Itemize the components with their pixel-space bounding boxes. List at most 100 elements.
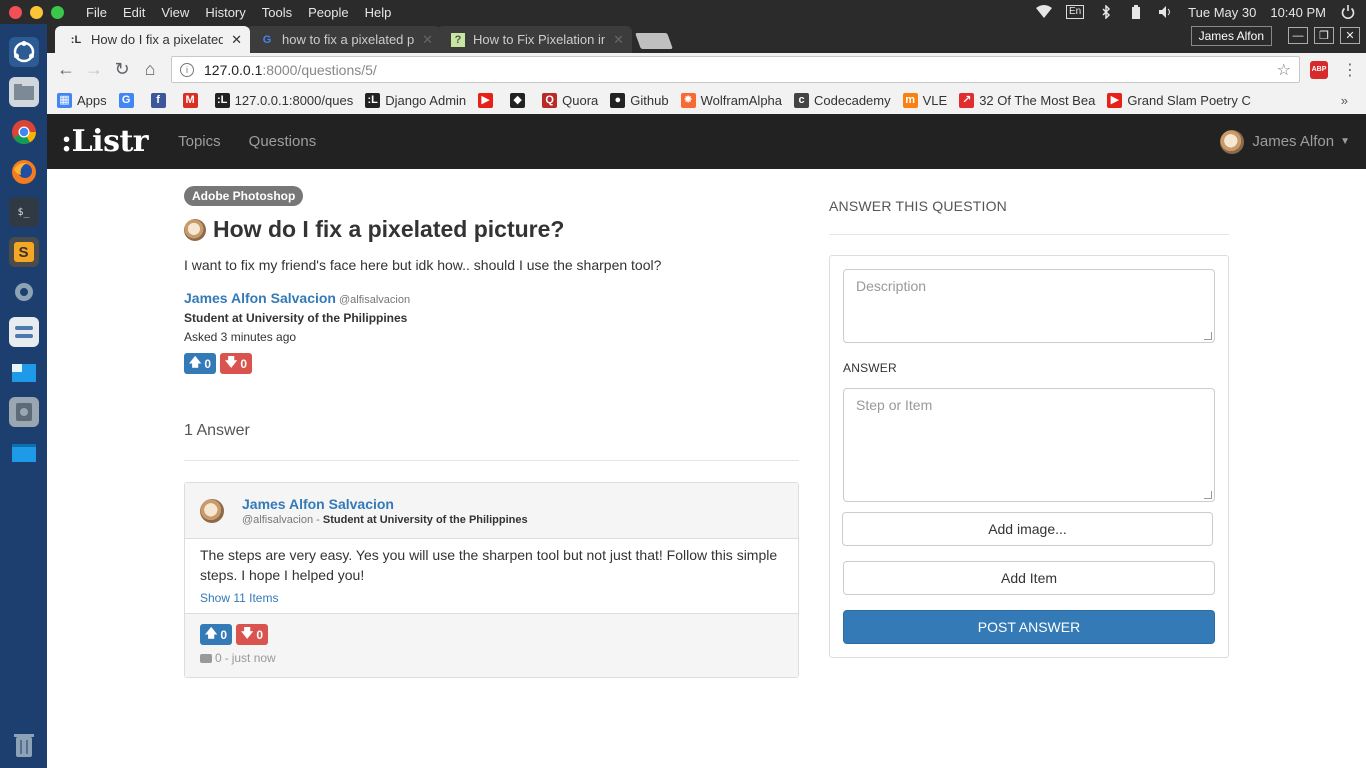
bookmark-item[interactable]: M (182, 92, 203, 108)
answer-author-name[interactable]: James Alfon Salvacion (242, 496, 528, 512)
bookmark-item[interactable]: Q Quora (542, 92, 598, 108)
trash-icon[interactable] (9, 730, 39, 760)
bookmark-item[interactable]: ▦ Apps (57, 92, 107, 108)
windows-app-icon[interactable] (9, 357, 39, 387)
bluetooth-icon[interactable] (1098, 4, 1114, 20)
menu-help[interactable]: Help (357, 5, 400, 20)
keyboard-language-indicator[interactable]: En (1065, 5, 1085, 19)
minimize-window-button[interactable] (30, 5, 43, 19)
tab-title: How to Fix Pixelation in (473, 32, 606, 47)
nav-questions[interactable]: Questions (235, 133, 331, 150)
system-settings-icon[interactable] (8, 317, 39, 347)
bookmark-item[interactable]: ● Github (610, 92, 669, 108)
bookmark-item[interactable]: ↗ 32 Of The Most Bea (959, 92, 1095, 108)
forward-arrow-icon[interactable]: → (83, 59, 105, 80)
address-bar[interactable]: i 127.0.0.1:8000/questions/5/ ☆ (171, 56, 1300, 83)
home-icon[interactable]: ⌂ (139, 59, 161, 80)
bookmark-item[interactable]: :L 127.0.0.1:8000/ques (214, 92, 353, 108)
tab-fix-pixelation[interactable]: ? How to Fix Pixelation in ✕ (437, 26, 632, 53)
ubuntu-icon[interactable] (8, 37, 39, 67)
bookmark-star-icon[interactable]: ☆ (1277, 60, 1291, 80)
new-tab-button[interactable] (635, 33, 673, 49)
answer-downvote-button[interactable]: 🡇 0 (236, 624, 269, 645)
disk-icon[interactable] (8, 397, 39, 427)
youtube-icon: ▶ (1107, 92, 1123, 108)
bookmark-item[interactable]: ◆ (510, 92, 530, 108)
topic-badge[interactable]: Adobe Photoshop (184, 186, 304, 206)
date-label[interactable]: Tue May 30 (1188, 5, 1256, 20)
menu-history[interactable]: History (197, 5, 253, 20)
nav-topics[interactable]: Topics (164, 133, 235, 150)
description-textarea[interactable]: Description (843, 269, 1215, 343)
terminal-icon[interactable]: $_ (8, 197, 39, 227)
comment-count: 0 (215, 651, 222, 665)
tab-title: how to fix a pixelated pi (282, 32, 415, 47)
tab-google-search[interactable]: G how to fix a pixelated pi ✕ (246, 26, 441, 53)
bookmark-label: Github (630, 92, 669, 108)
menu-tools[interactable]: Tools (254, 5, 300, 20)
bookmark-item[interactable]: c Codecademy (794, 92, 891, 108)
browser-toolbar: ← → ↻ ⌂ i 127.0.0.1:8000/questions/5/ ☆ … (47, 53, 1366, 86)
settings-gear-icon[interactable] (9, 277, 39, 307)
sublime-text-icon[interactable]: S (8, 237, 39, 267)
bookmark-item[interactable]: f (150, 92, 171, 108)
add-item-button[interactable]: Add Item (843, 561, 1215, 595)
files-icon[interactable] (8, 77, 39, 107)
comments-row[interactable]: 0- just now (200, 651, 783, 665)
post-answer-button[interactable]: POST ANSWER (843, 610, 1215, 644)
bookmark-label: Grand Slam Poetry C (1127, 92, 1251, 108)
menu-people[interactable]: People (300, 5, 356, 20)
bookmarks-overflow-icon[interactable]: » (1341, 93, 1348, 108)
question-title-row: How do I fix a pixelated picture? (184, 216, 799, 243)
comment-separator: - (224, 651, 229, 665)
maximize-window-button[interactable] (51, 5, 64, 19)
step-item-textarea[interactable]: Step or Item (843, 388, 1215, 502)
close-tab-icon[interactable]: ✕ (422, 32, 433, 48)
tab-title: How do I fix a pixelated (91, 32, 224, 47)
menu-file[interactable]: File (78, 5, 115, 20)
time-label[interactable]: 10:40 PM (1270, 5, 1326, 20)
bookmark-item[interactable]: m VLE (902, 92, 947, 108)
upvote-count: 0 (204, 356, 212, 371)
profile-button[interactable]: James Alfon (1190, 26, 1272, 46)
upvote-button[interactable]: 🡅 0 (184, 353, 217, 374)
menu-view[interactable]: View (153, 5, 197, 20)
bookmark-item[interactable]: ✸ WolframAlpha (680, 92, 783, 108)
bookmark-item[interactable]: ▶ (478, 92, 498, 108)
close-tab-icon[interactable]: ✕ (613, 32, 624, 48)
listr-icon: :L (214, 92, 230, 108)
close-tab-icon[interactable]: ✕ (231, 32, 242, 48)
chrome-icon[interactable] (9, 117, 39, 147)
site-logo[interactable]: :Listr (61, 124, 149, 159)
info-icon[interactable]: i (180, 62, 194, 77)
battery-icon[interactable] (1128, 5, 1144, 19)
question-title: How do I fix a pixelated picture? (213, 216, 565, 242)
browser-menu-icon[interactable]: ⋮ (1342, 60, 1358, 80)
back-arrow-icon[interactable]: ← (55, 59, 77, 80)
bookmark-label: WolframAlpha (700, 92, 783, 108)
tab-question-page[interactable]: :L How do I fix a pixelated ✕ (55, 26, 250, 53)
user-menu[interactable]: James Alfon ▼ (1220, 129, 1350, 154)
power-icon[interactable] (1340, 5, 1356, 20)
restore-icon[interactable]: ❐ (1314, 27, 1334, 44)
volume-icon[interactable] (1158, 5, 1174, 19)
author-name-link[interactable]: James Alfon Salvacion (184, 290, 336, 306)
close-icon[interactable]: ✕ (1340, 27, 1360, 44)
folder-blue-icon[interactable] (9, 437, 39, 467)
firefox-icon[interactable] (9, 157, 39, 187)
reload-icon[interactable]: ↻ (111, 59, 133, 80)
close-window-button[interactable] (9, 5, 22, 19)
adblock-plus-icon[interactable]: ABP (1310, 60, 1328, 79)
answer-label: ANSWER (843, 361, 897, 375)
downvote-button[interactable]: 🡇 0 (220, 353, 253, 374)
bookmark-item[interactable]: ▶ Grand Slam Poetry C (1107, 92, 1251, 108)
answer-upvote-button[interactable]: 🡅 0 (200, 624, 233, 645)
menu-edit[interactable]: Edit (115, 5, 153, 20)
answer-author-occupation: Student at University of the Philippines (322, 513, 528, 526)
bookmark-item[interactable]: G (118, 92, 139, 108)
show-items-link[interactable]: Show 11 Items (200, 591, 278, 605)
minimize-icon[interactable]: — (1288, 27, 1308, 44)
wifi-icon[interactable] (1035, 5, 1052, 19)
add-image-button[interactable]: Add image... (842, 512, 1213, 546)
bookmark-item[interactable]: :L Django Admin (365, 92, 466, 108)
